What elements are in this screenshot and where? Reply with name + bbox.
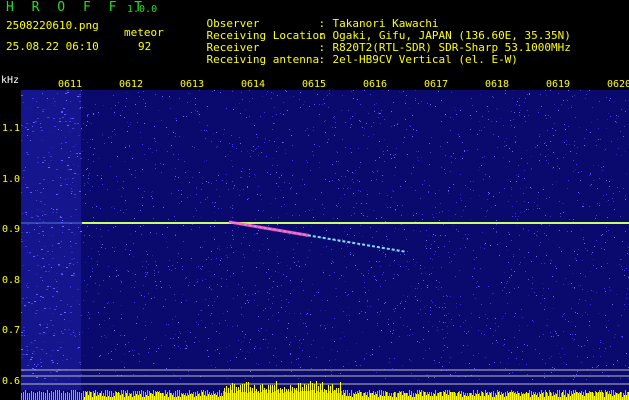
x-tick-label: 0612 [119, 79, 144, 90]
x-tick-label: 0615 [302, 79, 327, 90]
y-axis-unit: kHz [1, 75, 20, 86]
antenna-value: 2el-HB9CV Vertical (el. E-W) [332, 53, 518, 66]
x-tick-label: 0614 [241, 79, 266, 90]
spectrogram-svg [21, 90, 629, 400]
antenna-row: Receiving antenna: 2el-HB9CV Vertical (el… [180, 40, 518, 79]
y-tick-label: 0.9 [2, 224, 21, 235]
date-time: 25.08.22 06:10 [6, 40, 99, 53]
y-tick-label: 0.6 [2, 375, 21, 387]
x-tick-label: 0620 [607, 79, 629, 90]
hrofft-window: H R O F F T 1.0.0 2508220610.png 25.08.2… [0, 0, 629, 400]
x-tick-label: 0618 [485, 79, 510, 90]
x-tick-label: 0617 [424, 79, 449, 90]
y-tick-label: 0.7 [2, 325, 21, 336]
x-tick-label: 0611 [58, 79, 83, 90]
app-version: 1.0.0 [127, 4, 158, 15]
mode-label: meteor [124, 26, 164, 39]
meteor-count: 92 [138, 40, 152, 53]
separator: : [318, 53, 326, 66]
x-tick-label: 0619 [546, 79, 571, 90]
y-tick-label: 0.8 [2, 274, 21, 286]
y-tick-label: 1.0 [2, 173, 21, 185]
spectrogram [21, 90, 629, 400]
spectrogram-background [21, 90, 629, 400]
file-name: 2508220610.png [6, 19, 99, 32]
x-tick-label: 0613 [180, 79, 205, 90]
app-title: H R O F F T [6, 0, 148, 15]
x-tick-label: 0616 [363, 79, 388, 90]
y-tick-label: 1.1 [2, 123, 21, 134]
antenna-label: Receiving antenna [206, 53, 320, 66]
